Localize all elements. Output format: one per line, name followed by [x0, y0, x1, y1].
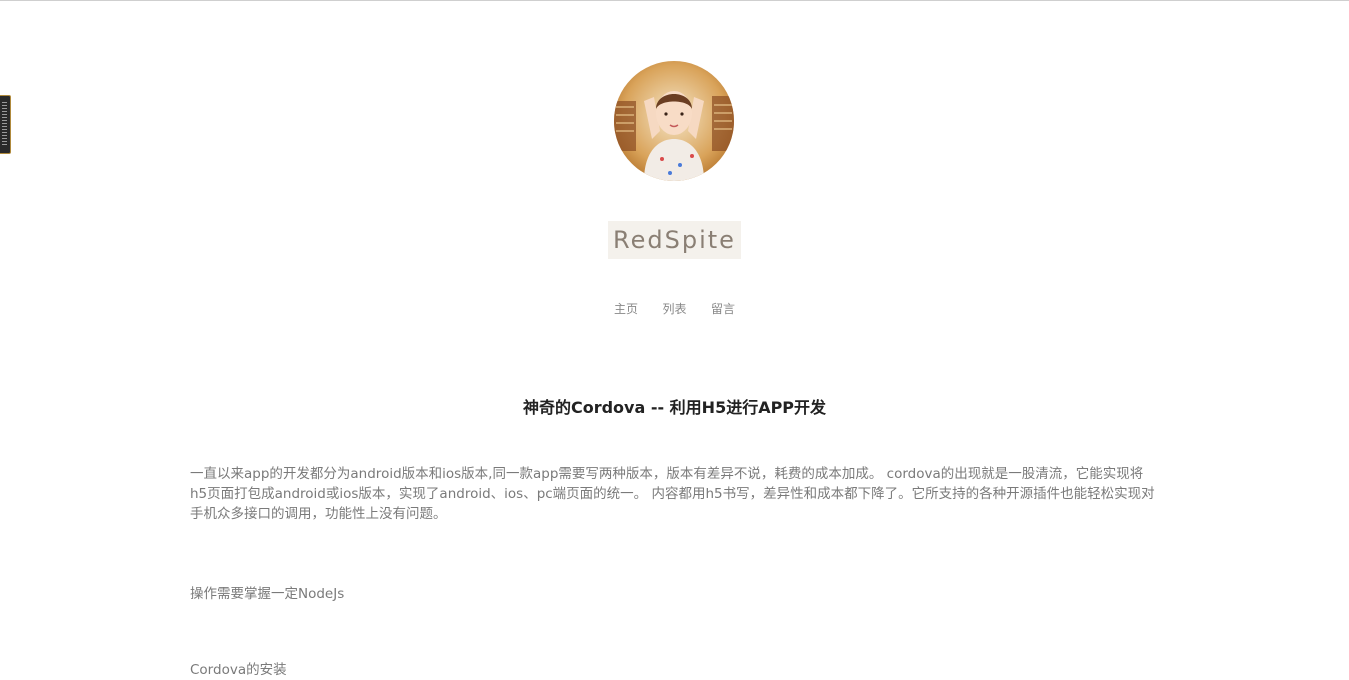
avatar-image [614, 61, 734, 181]
post-paragraph: 一直以来app的开发都分为android版本和ios版本,同一款app需要写两种… [190, 466, 1155, 522]
post-paragraph: 操作需要掌握一定NodeJs [190, 586, 345, 602]
nav-guestbook-link[interactable]: 留言 [711, 300, 735, 318]
side-scroll-widget[interactable] [0, 95, 11, 154]
post-title: 神奇的Cordova -- 利用H5进行APP开发 [522, 398, 827, 417]
nav-home-link[interactable]: 主页 [614, 300, 638, 318]
avatar[interactable] [614, 61, 734, 181]
post-paragraph: Cordova的安装 [190, 662, 287, 678]
grip-icon [2, 102, 7, 147]
site-brand[interactable]: RedSpite [608, 221, 741, 259]
nav-list-link[interactable]: 列表 [662, 300, 686, 318]
top-border [0, 0, 1349, 1]
post-content: 一直以来app的开发都分为android版本和ios版本,同一款app需要写两种… [190, 464, 1160, 524]
main-nav: 主页 列表 留言 [602, 300, 747, 318]
